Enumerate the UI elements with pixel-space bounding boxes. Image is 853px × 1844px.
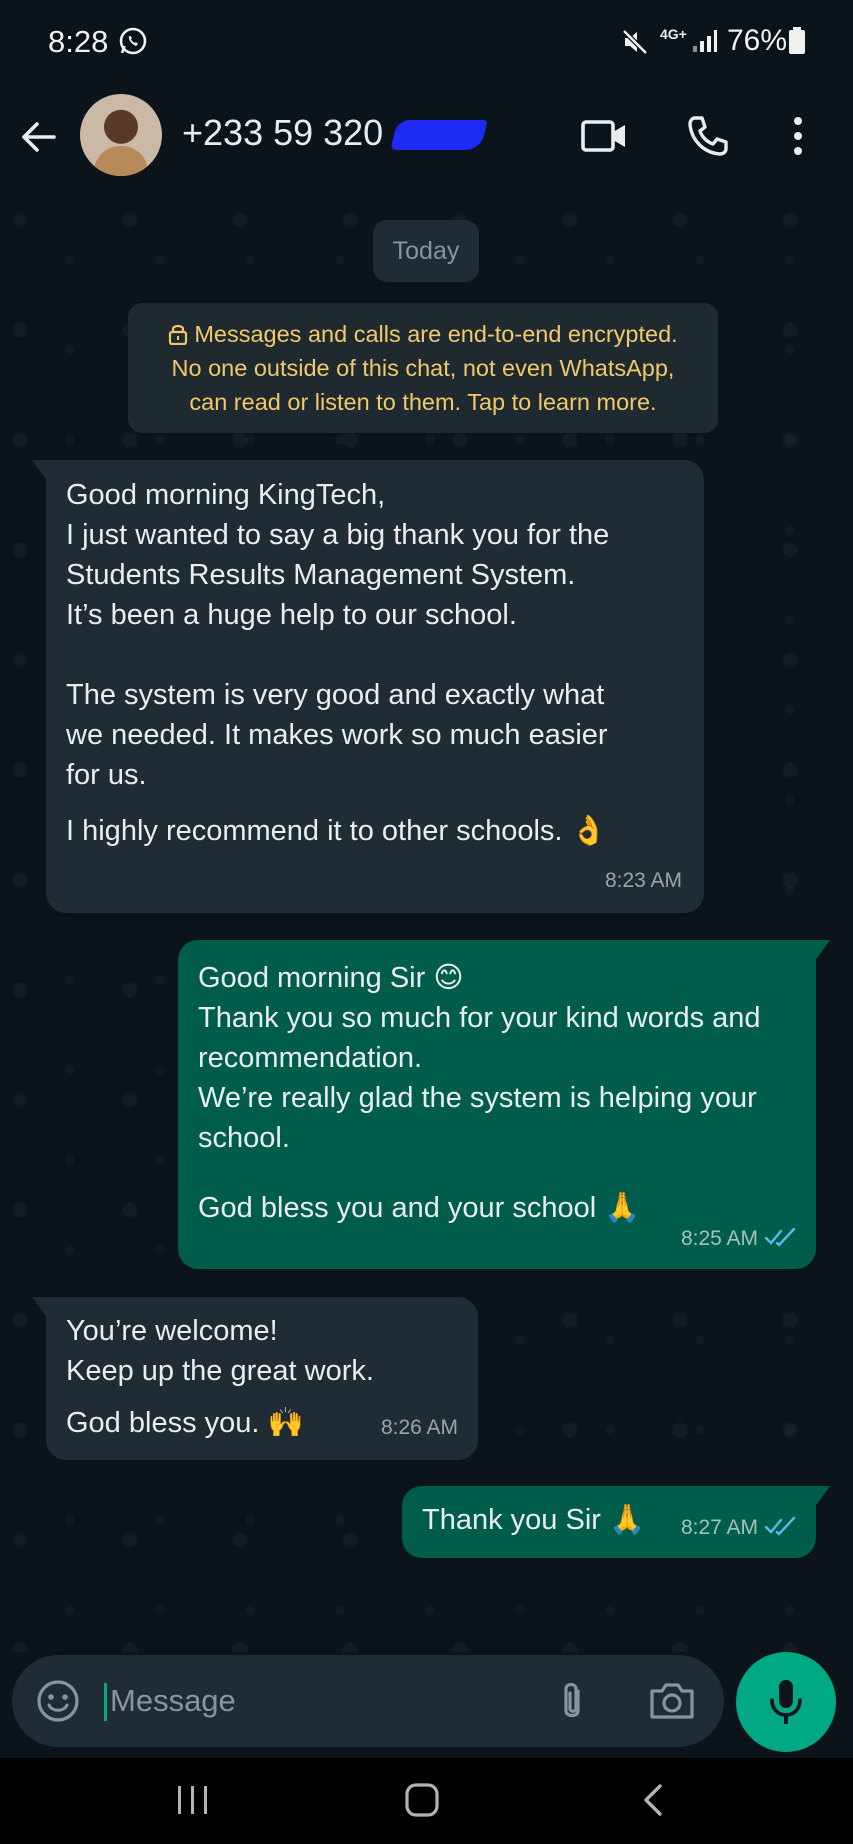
double-check-icon bbox=[764, 1516, 796, 1536]
message-line: Good morning KingTech, bbox=[66, 479, 386, 511]
message-line: We’re really glad the system is helping … bbox=[198, 1082, 757, 1114]
message-composer bbox=[12, 1655, 724, 1747]
message-time-text: 8:25 AM bbox=[680, 1227, 758, 1250]
message-line: I just wanted to say a big thank you for… bbox=[66, 519, 610, 551]
attach-icon[interactable] bbox=[552, 1679, 592, 1725]
battery-level: 76% bbox=[727, 24, 788, 57]
more-options-icon[interactable] bbox=[784, 114, 812, 158]
message-line: for us. bbox=[66, 759, 147, 791]
message-line-last: I highly recommend it to other schools. … bbox=[66, 815, 607, 847]
chat-header: +233 59 320 bbox=[0, 84, 853, 200]
mic-icon bbox=[770, 1680, 802, 1724]
voice-call-icon[interactable] bbox=[686, 114, 730, 158]
whatsapp-icon bbox=[119, 27, 147, 55]
message-input[interactable] bbox=[110, 1675, 540, 1727]
status-time: 8:28 bbox=[48, 24, 109, 59]
emoji-icon[interactable] bbox=[36, 1679, 80, 1723]
message-bubble-incoming[interactable]: You’re welcome! Keep up the great work. … bbox=[32, 1297, 478, 1460]
message-time-text: 8:27 AM bbox=[680, 1516, 758, 1539]
mic-button[interactable] bbox=[736, 1652, 836, 1752]
text-cursor bbox=[104, 1683, 107, 1721]
message-line: Good morning Sir 😊 bbox=[198, 962, 464, 994]
mute-icon bbox=[622, 29, 648, 55]
recent-apps-icon[interactable] bbox=[174, 1780, 214, 1820]
contact-name[interactable]: +233 59 320 bbox=[182, 112, 383, 154]
message-line: recommendation. bbox=[198, 1042, 423, 1074]
message-time: 8:25 AM bbox=[681, 1219, 798, 1259]
encryption-line-1: Messages and calls are end-to-end encryp… bbox=[194, 321, 678, 347]
double-check-icon bbox=[764, 1227, 796, 1247]
message-time: 8:27 AM bbox=[681, 1508, 798, 1548]
message-line: Students Results Management System. bbox=[66, 559, 576, 591]
battery-icon bbox=[789, 27, 805, 54]
avatar[interactable] bbox=[80, 94, 162, 176]
network-label: 4G+ bbox=[660, 26, 687, 42]
back-arrow-icon[interactable] bbox=[18, 116, 60, 158]
lock-icon bbox=[169, 324, 188, 345]
video-call-icon[interactable] bbox=[580, 114, 628, 158]
message-line: It’s been a huge help to our school. bbox=[66, 599, 517, 631]
encryption-line-3: can read or listen to them. Tap to learn… bbox=[189, 389, 657, 415]
message-line bbox=[198, 1158, 816, 1188]
message-bubble-incoming[interactable]: Good morning KingTech, I just wanted to … bbox=[32, 460, 704, 913]
message-line: school. bbox=[198, 1122, 290, 1154]
home-icon[interactable] bbox=[402, 1778, 442, 1822]
message-line: The system is very good and exactly what bbox=[66, 679, 605, 711]
message-time: 8:23 AM bbox=[604, 869, 682, 892]
date-chip: Today bbox=[373, 220, 479, 282]
message-bubble-outgoing[interactable]: Good morning Sir 😊 Thank you so much for… bbox=[178, 940, 830, 1269]
status-bar: 8:28 4G+ 76% bbox=[0, 0, 853, 84]
signal-icon bbox=[693, 30, 717, 52]
encryption-line-2: No one outside of this chat, not even Wh… bbox=[171, 355, 675, 381]
redaction-scribble bbox=[390, 120, 488, 150]
message-line bbox=[66, 635, 704, 675]
message-line: Keep up the great work. bbox=[66, 1355, 374, 1387]
nav-back-icon[interactable] bbox=[636, 1778, 672, 1822]
message-bubble-outgoing[interactable]: Thank you Sir 🙏 8:27 AM bbox=[402, 1486, 830, 1558]
system-nav-bar bbox=[0, 1758, 853, 1844]
message-line: we needed. It makes work so much easier bbox=[66, 719, 608, 751]
camera-icon[interactable] bbox=[648, 1679, 696, 1723]
message-line: Thank you so much for your kind words an… bbox=[198, 1002, 761, 1034]
encryption-notice[interactable]: Messages and calls are end-to-end encryp… bbox=[128, 303, 718, 433]
message-line: You’re welcome! bbox=[66, 1315, 278, 1347]
message-time: 8:26 AM bbox=[380, 1416, 458, 1439]
